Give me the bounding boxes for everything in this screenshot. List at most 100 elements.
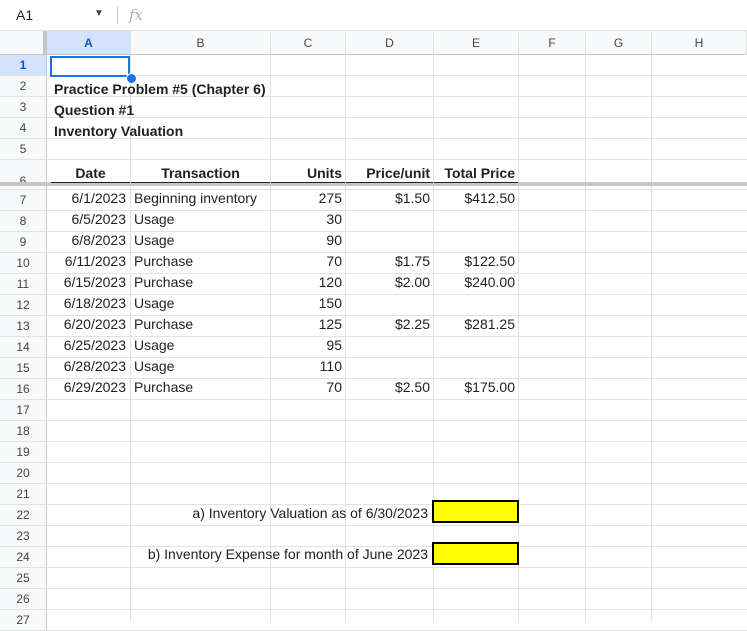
table-cell-date[interactable]: 6/25/2023: [51, 337, 126, 353]
row-header-17[interactable]: 17: [0, 400, 47, 421]
header-underline-total: [434, 182, 518, 183]
table-cell-transaction[interactable]: Usage: [134, 232, 269, 248]
table-cell-price[interactable]: $2.25: [346, 316, 430, 332]
row-header-2[interactable]: 2: [0, 76, 47, 97]
header-units: Units: [307, 165, 342, 181]
grid-column-line: [585, 55, 586, 621]
table-cell-date[interactable]: 6/28/2023: [51, 358, 126, 374]
table-cell-units[interactable]: 30: [271, 211, 342, 227]
table-cell-units[interactable]: 70: [271, 253, 342, 269]
table-cell-date[interactable]: 6/11/2023: [51, 253, 126, 269]
column-header-a[interactable]: A: [47, 31, 131, 55]
question-a: a) Inventory Valuation as of 6/30/2023: [192, 505, 428, 521]
column-header-f[interactable]: F: [519, 31, 586, 55]
row-header-13[interactable]: 13: [0, 316, 47, 337]
row-header-23[interactable]: 23: [0, 526, 47, 547]
table-cell-transaction[interactable]: Usage: [134, 295, 269, 311]
header-underline-price: [346, 182, 433, 183]
header-total-price: Total Price: [444, 165, 515, 181]
row-header-11[interactable]: 11: [0, 274, 47, 295]
header-underline-units: [271, 182, 345, 183]
table-cell-date[interactable]: 6/8/2023: [51, 232, 127, 248]
row-header-4[interactable]: 4: [0, 118, 47, 139]
row-header-7[interactable]: 7: [0, 190, 47, 211]
row-header-18[interactable]: 18: [0, 421, 47, 442]
row-header-3[interactable]: 3: [0, 97, 47, 118]
row-header-22[interactable]: 22: [0, 505, 47, 526]
table-cell-total[interactable]: $412.50: [434, 190, 515, 206]
table-cell-date[interactable]: 6/5/2023: [51, 211, 127, 227]
table-cell-units[interactable]: 90: [271, 232, 342, 248]
table-cell-transaction[interactable]: Beginning inventory: [134, 190, 269, 206]
header-underline-date: [51, 182, 130, 183]
table-cell-date[interactable]: 6/20/2023: [51, 316, 126, 332]
title-line-3: Inventory Valuation: [54, 123, 184, 139]
row-header-10[interactable]: 10: [0, 253, 47, 274]
row-header-9[interactable]: 9: [0, 232, 47, 253]
row-header-19[interactable]: 19: [0, 442, 47, 463]
column-header-b[interactable]: B: [131, 31, 271, 55]
table-cell-transaction[interactable]: Usage: [134, 211, 269, 227]
table-cell-price[interactable]: $2.50: [346, 379, 430, 395]
grid-row: [47, 463, 747, 484]
table-cell-transaction[interactable]: Purchase: [134, 274, 269, 290]
column-header-h[interactable]: H: [652, 31, 747, 55]
name-box[interactable]: A1: [16, 7, 33, 23]
answer-cell-b[interactable]: [432, 542, 519, 565]
grid-column-line: [651, 55, 652, 621]
row-header-25[interactable]: 25: [0, 568, 47, 589]
divider: [117, 6, 118, 24]
table-cell-total[interactable]: $240.00: [434, 274, 515, 290]
name-box-dropdown-icon[interactable]: ▼: [94, 8, 104, 19]
column-header-c[interactable]: C: [271, 31, 346, 55]
row-header-14[interactable]: 14: [0, 337, 47, 358]
row-header-26[interactable]: 26: [0, 589, 47, 610]
row-header-12[interactable]: 12: [0, 295, 47, 316]
grid-column-line: [345, 55, 346, 621]
table-cell-price[interactable]: $1.75: [346, 253, 430, 269]
table-cell-transaction[interactable]: Purchase: [134, 253, 269, 269]
row-header-5[interactable]: 5: [0, 139, 47, 160]
grid-row: [47, 484, 747, 505]
table-cell-units[interactable]: 275: [271, 190, 342, 206]
row-header-8[interactable]: 8: [0, 211, 47, 232]
table-cell-price[interactable]: $2.00: [346, 274, 430, 290]
row-header-20[interactable]: 20: [0, 463, 47, 484]
grid-row: [47, 97, 747, 118]
table-cell-units[interactable]: 95: [271, 337, 342, 353]
table-cell-transaction[interactable]: Purchase: [134, 316, 269, 332]
table-cell-units[interactable]: 120: [271, 274, 342, 290]
column-header-d[interactable]: D: [346, 31, 434, 55]
column-header-g[interactable]: G: [586, 31, 652, 55]
grid-row: [47, 421, 747, 442]
column-header-e[interactable]: E: [434, 31, 519, 55]
table-cell-total[interactable]: $122.50: [434, 253, 515, 269]
table-cell-date[interactable]: 6/18/2023: [51, 295, 126, 311]
header-date: Date: [75, 165, 106, 181]
grid-column-line: [518, 55, 519, 621]
answer-cell-a[interactable]: [432, 500, 519, 523]
table-cell-date[interactable]: 6/29/2023: [51, 379, 126, 395]
cell-selection-a1[interactable]: [50, 56, 130, 77]
table-cell-date[interactable]: 6/1/2023: [51, 190, 127, 206]
row-header-16[interactable]: 16: [0, 379, 47, 400]
title-line-2: Question #1: [54, 102, 135, 118]
table-cell-transaction[interactable]: Usage: [134, 337, 269, 353]
grid-row: [47, 589, 747, 610]
table-cell-total[interactable]: $175.00: [434, 379, 515, 395]
question-b: b) Inventory Expense for month of June 2…: [147, 546, 428, 562]
table-cell-units[interactable]: 125: [271, 316, 342, 332]
table-cell-transaction[interactable]: Usage: [134, 358, 269, 374]
select-all-corner[interactable]: [0, 31, 47, 55]
table-cell-units[interactable]: 150: [271, 295, 342, 311]
table-cell-units[interactable]: 110: [271, 358, 342, 374]
row-header-24[interactable]: 24: [0, 547, 47, 568]
table-cell-units[interactable]: 70: [271, 379, 342, 395]
table-cell-price[interactable]: $1.50: [346, 190, 430, 206]
table-cell-transaction[interactable]: Purchase: [134, 379, 269, 395]
row-header-15[interactable]: 15: [0, 358, 47, 379]
row-header-1[interactable]: 1: [0, 55, 47, 76]
table-cell-date[interactable]: 6/15/2023: [51, 274, 126, 290]
row-header-21[interactable]: 21: [0, 484, 47, 505]
table-cell-total[interactable]: $281.25: [434, 316, 515, 332]
